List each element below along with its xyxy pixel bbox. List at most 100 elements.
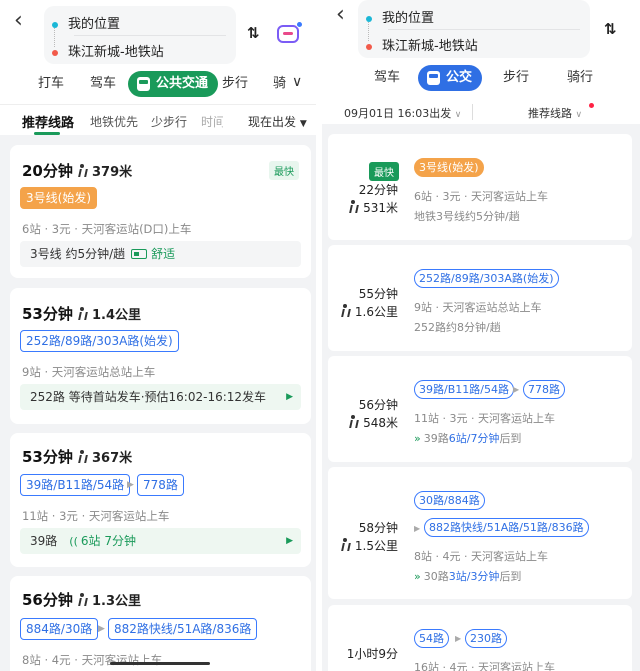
line-chip[interactable]: 778路 [523,380,565,399]
destination-dot-icon [366,43,372,50]
chevron-down-icon: ∨ [575,110,583,120]
address-box[interactable]: 我的位置 珠江新城-地铁站 [44,6,236,64]
caret-down-icon: ▼ [299,119,307,129]
destination-field[interactable]: 珠江新城-地铁站 [52,41,164,60]
route-card[interactable]: 56分钟 548米 39路/B11路/54路 ▶ 778路 11站 · 3元 ·… [328,356,632,462]
walk-icon [348,415,357,428]
mode-bus[interactable]: 公交 [418,65,483,91]
route-card[interactable]: 53分钟 367米 39路/B11路/54路 ▶ 778路 11站 · 3元 ·… [10,433,311,567]
mode-bike[interactable]: 骑行 [567,65,593,91]
route-card[interactable]: 58分钟 1.5公里 30路/884路 ▶ 882路快线/51A路/51路/83… [328,467,632,599]
route-info: 8站 · 4元 · 天河客运站上车 [22,653,163,667]
tab-less-walking[interactable]: 少步行 [151,113,187,130]
tab-time[interactable]: 时间 [201,113,223,130]
route-card[interactable]: 最快 22分钟 531米 3号线(始发) 6站 · 3元 · 天河客运站上车 地… [328,134,632,240]
line-chip[interactable]: 39路/B11路/54路 [20,474,131,496]
route-info: 11站 · 3元 · 天河客运站上车 [22,509,170,523]
line-chip[interactable]: 30路/884路 [414,491,485,510]
sort-select[interactable]: 推荐线路 ∨ [528,105,582,121]
route-info: 11站 · 3元 · 天河客运站上车 [414,412,555,425]
line-chip[interactable]: 882路快线/51A路/51路/836路 [424,518,589,537]
origin-field[interactable]: 我的位置 [366,7,434,26]
mode-transit[interactable]: 公共交通 [128,71,219,97]
swap-icon[interactable]: ⇅ [247,24,260,42]
depart-time-select[interactable]: 09月01日 16:03出发 ∨ [344,105,461,121]
swap-icon[interactable]: ⇅ [604,20,617,38]
origin-dot-icon [366,15,372,22]
line-chip[interactable]: 252路/89路/303A路(始发) [20,330,179,352]
line-chip[interactable]: 3号线(始发) [414,158,484,177]
line-chip[interactable]: 778路 [137,474,184,496]
route-info: 9站 · 天河客运站总站上车 [22,365,156,379]
walk-icon [348,200,357,213]
route-info: 8站 · 4元 · 天河客运站上车 [414,550,548,563]
destination-field[interactable]: 珠江新城-地铁站 [366,35,478,54]
realtime-signal-icon: » [414,432,421,445]
route-duration: 20分钟 [22,162,73,180]
mode-walk[interactable]: 步行 [222,71,248,97]
route-duration: 56分钟 [358,398,398,412]
mode-drive[interactable]: 驾车 [90,71,116,97]
walk-icon [77,450,86,463]
mode-bike[interactable]: 骑 [273,71,286,97]
mode-bar: 驾车 公交 步行 骑行 [322,65,640,95]
route-frequency: 地铁3号线约5分钟/趟 [414,210,520,223]
route-realtime: » 30路3站/3分钟后到 [414,570,522,583]
filter-bar: 09月01日 16:03出发 ∨ 推荐线路 ∨ [322,99,640,129]
route-status-bar[interactable]: 3号线 约5分钟/趟 舒适 [20,241,301,267]
back-icon[interactable]: ‹ [336,4,345,26]
chevron-down-icon[interactable]: ∨ [292,74,302,90]
origin-dot-icon [52,21,58,28]
route-realtime: » 39路6站/7分钟后到 [414,432,522,445]
route-card[interactable]: 55分钟 1.6公里 252路/89路/303A路(始发) 9站 · 天河客运站… [328,245,632,351]
mode-drive[interactable]: 驾车 [374,65,400,91]
walk-distance: 379米 [77,161,132,180]
walk-icon [77,307,86,320]
walk-icon [77,164,86,177]
depart-time-select[interactable]: 现在出发 ▼ [248,113,307,130]
route-card[interactable]: 56分钟 1.3公里 884路/30路 ▶ 882路快线/51A路/836路 8… [10,576,311,671]
line-chip[interactable]: 230路 [465,629,507,648]
route-card[interactable]: 1小时9分 54路 ▶ 230路 16站 · 4元 · 天河客运站上车 [328,605,632,671]
route-duration: 58分钟 [358,521,398,535]
back-icon[interactable]: ‹ [14,10,23,32]
route-duration: 22分钟 [358,183,398,197]
walk-distance: 367米 [77,447,132,466]
tab-subway-first[interactable]: 地铁优先 [90,113,138,130]
chevron-right-icon: ▶ [286,536,293,546]
route-info: 6站 · 3元 · 天河客运站上车 [414,190,548,203]
line-chip[interactable]: 3号线(始发) [20,187,97,209]
mode-bar: 打车 驾车 公共交通 步行 骑 ∨ [0,71,316,101]
line-chip[interactable]: 882路快线/51A路/836路 [108,618,258,640]
right-screen: ‹ 我的位置 珠江新城-地铁站 ⇅ 驾车 公交 步行 骑行 09月01日 16:… [322,0,640,671]
transfer-arrow-icon: ▶ [98,624,105,634]
route-status-bar[interactable]: 252路 等待首站发车·预估16:02-16:12发车 ▶ [20,384,301,410]
realtime-signal-icon: (( [69,535,78,548]
route-frequency: 252路约8分钟/趟 [414,321,501,334]
walk-distance: 531米 [348,199,398,216]
route-info: 6站 · 3元 · 天河客运站(D口)上车 [22,222,192,236]
route-status-bar[interactable]: 39路((6站 7分钟 ▶ [20,528,301,554]
route-card[interactable]: 53分钟 1.4公里 252路/89路/303A路(始发) 9站 · 天河客运站… [10,288,311,424]
address-box[interactable]: 我的位置 珠江新城-地铁站 [358,0,590,58]
line-chip[interactable]: 884路/30路 [20,618,99,640]
fastest-badge: 最快 [369,162,399,181]
line-chip[interactable]: 252路/89路/303A路(始发) [414,269,559,288]
notification-dot [589,103,594,108]
route-duration: 55分钟 [358,287,398,301]
mode-taxi[interactable]: 打车 [38,71,64,97]
mode-walk[interactable]: 步行 [503,65,529,91]
line-chip[interactable]: 54路 [414,629,449,648]
line-chip[interactable]: 39路/B11路/54路 [414,380,514,399]
destination-dot-icon [52,49,58,56]
route-duration: 1小时9分 [346,647,398,661]
assistant-icon[interactable] [277,21,303,43]
walk-icon [340,304,349,317]
walk-distance: 1.4公里 [77,304,141,323]
tab-recommended[interactable]: 推荐线路 [22,112,74,131]
left-screen: ‹ 我的位置 珠江新城-地铁站 ⇅ 打车 驾车 公共交通 步行 骑 ∨ 推荐线路… [0,0,316,671]
chevron-down-icon: ∨ [454,110,462,120]
transfer-arrow-icon: ▶ [127,480,134,490]
route-card[interactable]: 20分钟 379米 最快 3号线(始发) 6站 · 3元 · 天河客运站(D口)… [10,145,311,278]
origin-field[interactable]: 我的位置 [52,13,120,32]
